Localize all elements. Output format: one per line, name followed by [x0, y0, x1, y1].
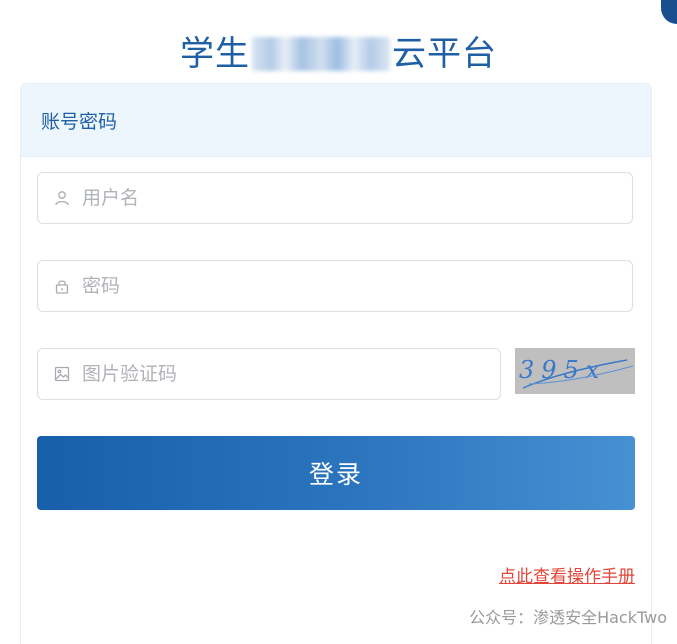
password-input[interactable]: [82, 261, 632, 311]
image-icon: [52, 364, 72, 384]
manual-link[interactable]: 点此查看操作手册: [499, 562, 635, 587]
page-header: 学生 云平台: [0, 24, 677, 84]
user-icon: [52, 188, 72, 208]
title-suffix: 云平台: [392, 34, 497, 74]
watermark: 公众号：渗透安全HackTwo: [469, 608, 667, 627]
captcha-text: 395x: [519, 356, 606, 384]
captcha-image[interactable]: 395x: [515, 348, 635, 394]
lock-icon: [52, 276, 72, 296]
username-field[interactable]: [37, 172, 633, 224]
captcha-field[interactable]: [37, 348, 501, 400]
password-field[interactable]: [37, 260, 633, 312]
tab-account-password[interactable]: 账号密码: [41, 107, 117, 134]
title-prefix: 学生: [180, 34, 250, 74]
corner-accent: [661, 0, 677, 24]
login-card: 账号密码 用户名 图片验证码 395x 登录 点此查看操作手册: [20, 83, 652, 644]
username-input[interactable]: [82, 173, 632, 223]
captcha-input[interactable]: [82, 349, 500, 399]
title-redaction: [252, 37, 390, 71]
page-title: 学生 云平台: [180, 24, 497, 84]
login-button[interactable]: 登录: [37, 436, 635, 510]
login-tabs: 账号密码: [21, 84, 651, 157]
